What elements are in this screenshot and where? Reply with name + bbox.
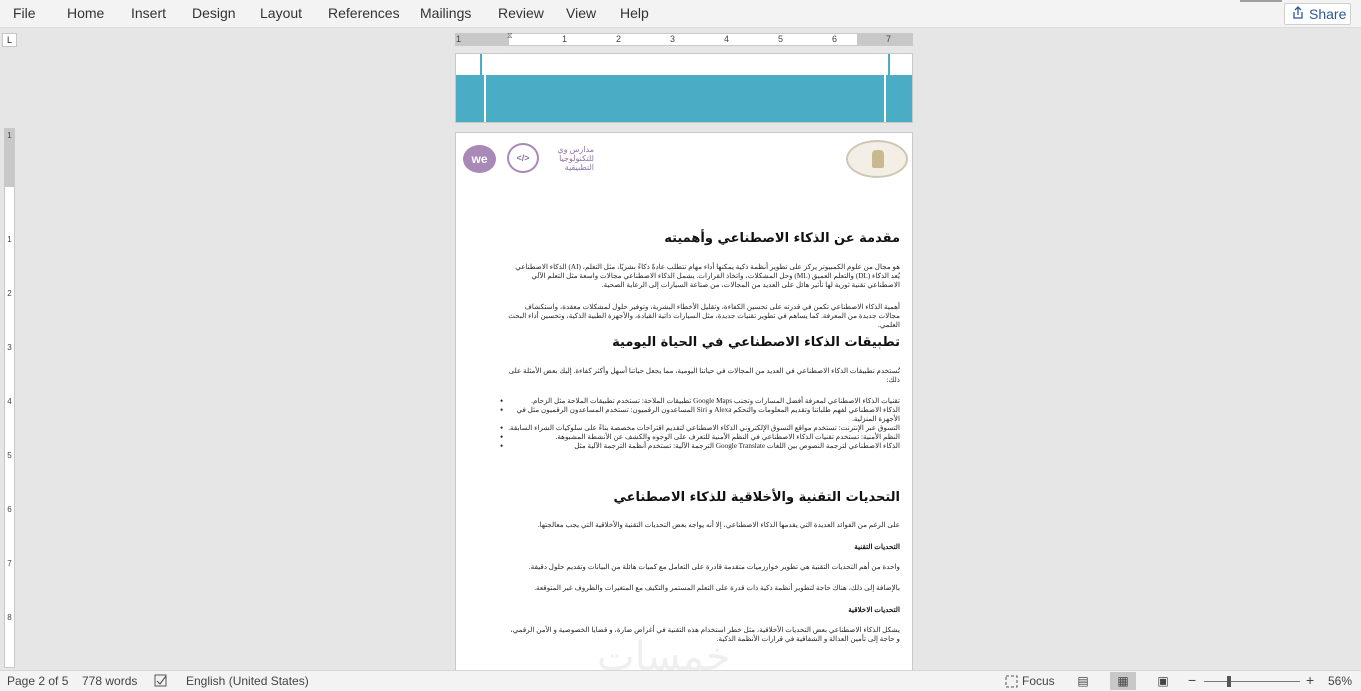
paragraph: تُستخدم تطبيقات الذكاء الاصطناعي في العد… — [508, 367, 900, 384]
cover-line — [888, 54, 890, 122]
ruler-tick: 1 — [562, 34, 568, 44]
paragraph: بالإضافة إلى ذلك، هناك حاجة لتطوير أنظمة… — [534, 584, 900, 592]
paragraph: أهمية الذكاء الاصطناعي تكمن في قدرته على… — [508, 303, 900, 329]
print-layout-icon[interactable]: ▦ — [1110, 672, 1136, 690]
ruler-tick: 3 — [7, 343, 12, 352]
web-layout-icon[interactable]: ▣ — [1150, 672, 1176, 690]
menu-help[interactable]: Help — [620, 5, 649, 21]
list-item: التسوق عبر الإنترنت: تستخدم مواقع التسوق… — [500, 424, 900, 433]
code-icon: </> — [507, 143, 539, 173]
document-page[interactable]: we </> مدارس وي للتكنولوجيا التطبيقية مق… — [455, 132, 913, 672]
word-count[interactable]: 778 words — [82, 674, 137, 688]
ruler-right-margin — [857, 34, 912, 45]
ruler-tick: 4 — [7, 397, 12, 406]
ruler-tick: 6 — [832, 34, 838, 44]
list-item: الذكاء الاصطناعي لفهم طلباتنا وتقديم الم… — [500, 406, 900, 424]
menu-references[interactable]: References — [328, 5, 400, 21]
vertical-ruler[interactable]: 1 1 2 3 4 5 6 7 8 — [4, 128, 15, 668]
zoom-slider[interactable] — [1204, 681, 1300, 682]
zoom-level[interactable]: 56% — [1328, 674, 1352, 688]
focus-icon[interactable] — [1005, 675, 1018, 688]
share-icon — [1293, 6, 1303, 19]
school-logo-text: مدارس وي للتكنولوجيا التطبيقية — [557, 145, 594, 172]
menu-design[interactable]: Design — [192, 5, 236, 21]
status-bar: Page 2 of 5 778 words English (United St… — [0, 670, 1361, 691]
share-label: Share — [1309, 6, 1347, 22]
ruler-tick: 6 — [7, 505, 12, 514]
menu-view[interactable]: View — [566, 5, 596, 21]
cover-line — [884, 54, 886, 122]
window-strip — [1240, 0, 1282, 2]
ruler-tick: 3 — [670, 34, 676, 44]
ruler-tick: 7 — [7, 559, 12, 568]
paragraph: هو مجال من علوم الكمبيوتر يركز على تطوير… — [515, 263, 900, 289]
menu-home[interactable]: Home — [67, 5, 104, 21]
ruler-tick: 5 — [7, 451, 12, 460]
menu-layout[interactable]: Layout — [260, 5, 302, 21]
paragraph: واحدة من أهم التحديات التقنية هي تطوير خ… — [528, 563, 900, 571]
zoom-out-button[interactable]: − — [1188, 672, 1196, 688]
menu-mailings[interactable]: Mailings — [420, 5, 471, 21]
read-mode-icon[interactable]: ▤ — [1070, 672, 1096, 690]
horizontal-ruler[interactable]: ⧖ 1 1 2 3 4 5 6 7 — [455, 32, 913, 46]
ruler-tick: 2 — [616, 34, 622, 44]
proofing-icon[interactable] — [154, 674, 168, 688]
heading-intro: مقدمة عن الذكاء الاصطناعي وأهميته — [664, 231, 900, 246]
ruler-tick: 4 — [724, 34, 730, 44]
menu-review[interactable]: Review — [498, 5, 544, 21]
list-item: الذكاء الاصطناعي لترجمة النصوص بين اللغا… — [500, 442, 900, 451]
ruler-tick: 8 — [7, 613, 12, 622]
subheading-technical: التحديات التقنية — [854, 543, 900, 551]
list-item: النظم الأمنية: تستخدم تقنيات الذكاء الاص… — [500, 433, 900, 442]
tab-selector[interactable]: L — [2, 33, 17, 47]
ruler-tick: 1 — [7, 131, 12, 140]
eagle-icon — [872, 150, 884, 168]
language-status[interactable]: English (United States) — [186, 674, 309, 688]
ruler-tick: 1 — [7, 235, 12, 244]
cover-line — [480, 54, 482, 122]
cover-line — [484, 54, 486, 122]
zoom-slider-thumb[interactable] — [1227, 676, 1231, 687]
menu-file[interactable]: File — [13, 5, 36, 21]
share-button[interactable]: Share — [1284, 3, 1351, 25]
ruler-tick: 2 — [7, 289, 12, 298]
page-count[interactable]: Page 2 of 5 — [7, 674, 68, 688]
heading-applications: تطبيقات الذكاء الاصطناعي في الحياة اليوم… — [612, 335, 900, 350]
menu-bar: File Home Insert Design Layout Reference… — [0, 0, 1361, 28]
ruler-tick: 5 — [778, 34, 784, 44]
subheading-ethical: التحديات الاخلاقية — [848, 606, 900, 614]
ruler-left-margin — [456, 34, 509, 45]
cover-band — [456, 75, 912, 122]
heading-challenges: التحديات التقنية والأخلاقية للذكاء الاصط… — [613, 490, 900, 505]
we-logo: we — [463, 145, 496, 173]
paragraph: على الرغم من الفوائد العديدة التي يقدمها… — [537, 521, 900, 529]
indent-marker-icon[interactable]: ⧖ — [507, 32, 513, 40]
menu-insert[interactable]: Insert — [131, 5, 166, 21]
applications-list: تقنيات الذكاء الاصطناعي لمعرفة أفضل المس… — [500, 397, 900, 451]
zoom-in-button[interactable]: + — [1306, 672, 1314, 688]
ruler-tick: 7 — [886, 34, 892, 44]
focus-button[interactable]: Focus — [1022, 674, 1055, 688]
list-item: تقنيات الذكاء الاصطناعي لمعرفة أفضل المس… — [500, 397, 900, 406]
previous-page[interactable] — [455, 53, 913, 123]
ministry-seal-icon — [846, 140, 908, 178]
ruler-tick: 1 — [456, 34, 462, 44]
